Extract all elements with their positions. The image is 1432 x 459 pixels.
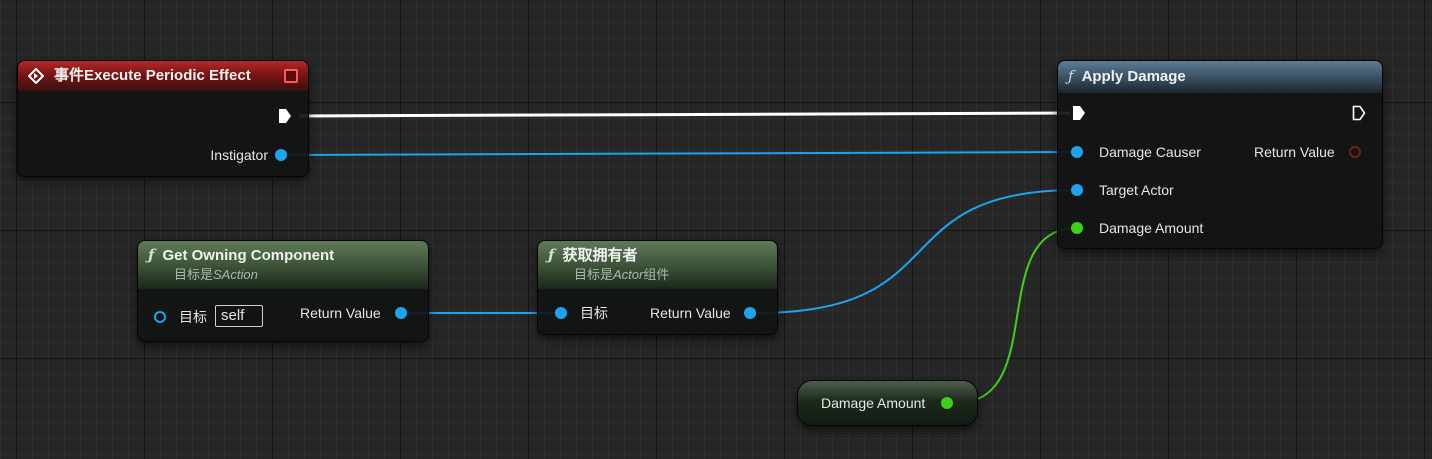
damage-amount-variable-pin[interactable]: [941, 397, 953, 409]
damage-amount-variable-label: Damage Amount: [821, 395, 926, 411]
exec-in-pin[interactable]: [1072, 105, 1086, 121]
instigator-wire[interactable]: [288, 151, 1078, 156]
target-actor-pin[interactable]: [1071, 184, 1083, 196]
subtitle-prefix: 目标是: [574, 267, 614, 282]
delegate-pin-icon[interactable]: [284, 69, 298, 83]
exec-out-pin[interactable]: [1352, 105, 1366, 121]
get-owner-subtitle: 目标是Actor组件: [548, 266, 767, 284]
return-value-pin[interactable]: [395, 307, 407, 319]
get-owner-header[interactable]: ƒ 获取拥有者 目标是Actor组件: [538, 241, 777, 289]
exec-out-pin[interactable]: [278, 108, 292, 124]
instigator-label: Instigator: [210, 147, 268, 163]
apply-damage-header[interactable]: ƒ Apply Damage: [1058, 61, 1382, 93]
target-label: 目标: [580, 305, 608, 321]
damage-amount-variable-node[interactable]: Damage Amount: [798, 381, 977, 425]
get-owning-component-subtitle: 目标是SAction: [148, 266, 418, 284]
target-pin[interactable]: [555, 307, 567, 319]
damage-causer-label: Damage Causer: [1099, 144, 1201, 160]
subtitle-prefix: 目标是: [174, 267, 214, 282]
self-input[interactable]: self: [215, 305, 263, 327]
event-node-header[interactable]: 事件Execute Periodic Effect: [18, 61, 308, 91]
damage-causer-pin[interactable]: [1071, 146, 1083, 158]
subtitle-target: Actor: [613, 267, 644, 282]
function-icon: ƒ: [548, 246, 555, 264]
return-value-label: Return Value: [1254, 144, 1335, 160]
function-icon: ƒ: [148, 246, 155, 264]
return-value-label: Return Value: [650, 305, 731, 321]
get-owning-component-node[interactable]: ƒ Get Owning Component 目标是SAction 目标 self…: [138, 241, 428, 341]
exec-wire[interactable]: [298, 111, 1071, 118]
return-value-pin[interactable]: [744, 307, 756, 319]
target-pin[interactable]: [154, 311, 166, 323]
damage-amount-pin[interactable]: [1071, 222, 1083, 234]
target-actor-label: Target Actor: [1099, 182, 1174, 198]
return-value-pin[interactable]: [1349, 146, 1361, 158]
get-owner-title: 获取拥有者: [562, 247, 638, 264]
damage-amount-wire[interactable]: [955, 227, 1078, 404]
owner-to-target-wire[interactable]: [756, 189, 1078, 314]
subtitle-target: SAction: [213, 267, 258, 282]
get-owning-component-header[interactable]: ƒ Get Owning Component 目标是SAction: [138, 241, 428, 289]
subtitle-suffix: 组件: [643, 267, 670, 282]
event-diamond-icon: [28, 68, 44, 84]
get-owner-node[interactable]: ƒ 获取拥有者 目标是Actor组件 目标 Return Value: [538, 241, 777, 334]
event-node[interactable]: 事件Execute Periodic Effect Instigator: [18, 61, 308, 176]
target-label: 目标: [179, 309, 207, 325]
function-icon: ƒ: [1068, 67, 1074, 85]
damage-amount-label: Damage Amount: [1099, 220, 1204, 236]
get-owning-component-title: Get Owning Component: [162, 247, 335, 264]
instigator-pin[interactable]: [275, 149, 287, 161]
apply-damage-title: Apply Damage: [1081, 68, 1186, 85]
event-node-title: 事件Execute Periodic Effect: [54, 67, 251, 84]
return-value-label: Return Value: [300, 305, 381, 321]
apply-damage-node[interactable]: ƒ Apply Damage Damage Causer Return Value…: [1058, 61, 1382, 248]
